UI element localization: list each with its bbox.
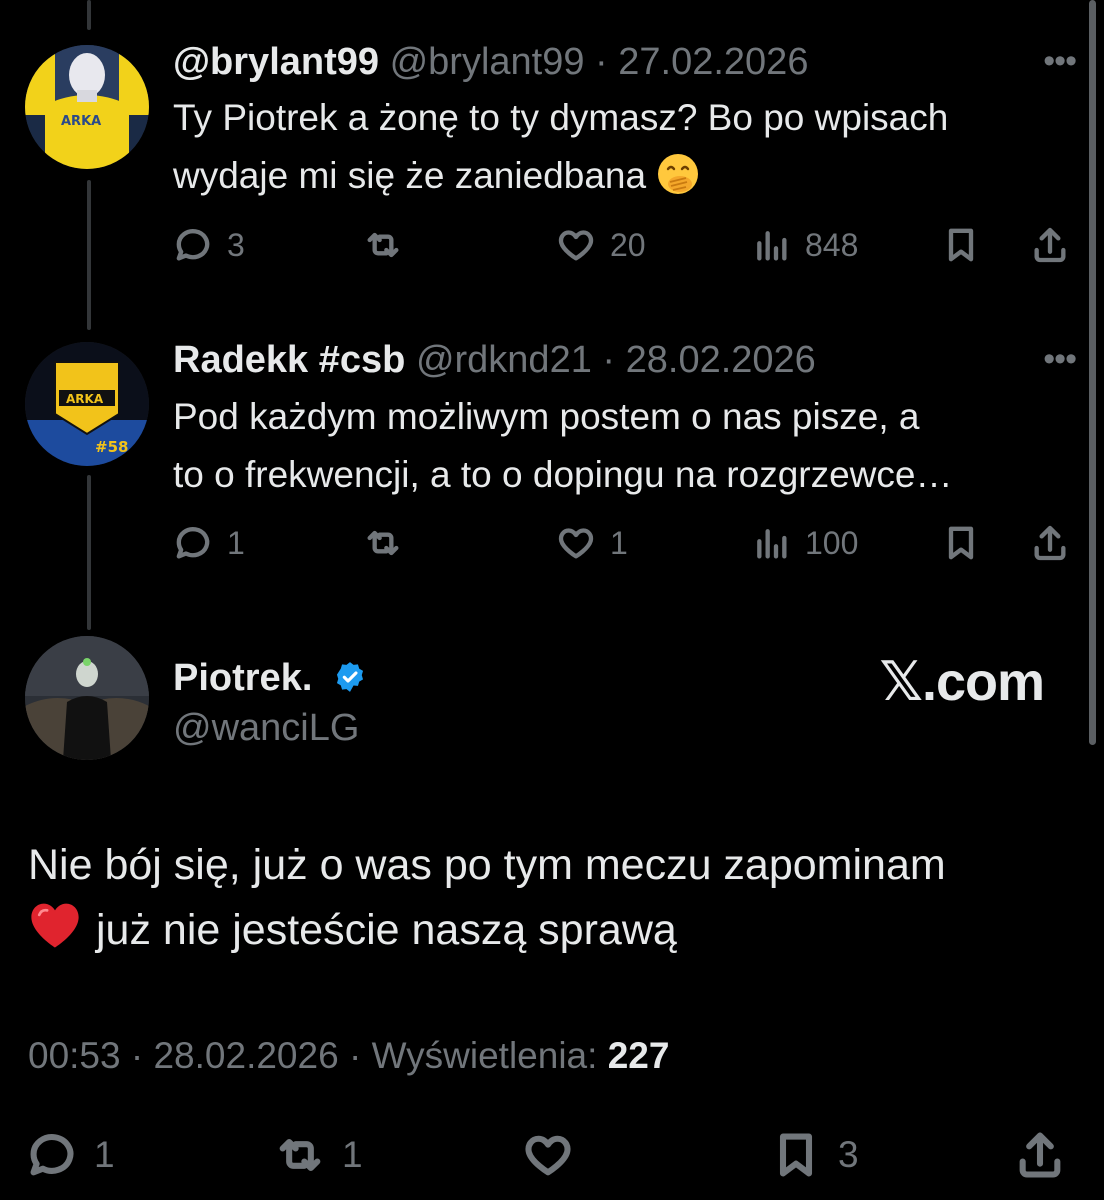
heart-icon xyxy=(558,230,594,261)
bookmark-button[interactable] xyxy=(941,518,981,568)
separator: · xyxy=(348,1035,362,1076)
like-count: 1 xyxy=(610,524,628,561)
reply-count: 1 xyxy=(227,524,245,561)
author-handle[interactable]: @brylant99 xyxy=(390,41,585,83)
bookmark-icon xyxy=(779,1133,813,1177)
share-button[interactable] xyxy=(1014,1125,1066,1185)
tweet-text-line: Pod każdym możliwym postem o nas pisze, … xyxy=(173,396,920,437)
share-icon xyxy=(1034,525,1066,561)
more-options-icon[interactable]: ••• xyxy=(1043,340,1077,379)
retweet-count: 1 xyxy=(342,1134,363,1175)
reply-button[interactable]: 3 xyxy=(173,220,245,270)
tweet-text-line: Nie bój się, już o was po tym meczu zapo… xyxy=(28,841,946,889)
retweet-button[interactable] xyxy=(363,220,403,270)
share-icon xyxy=(1034,227,1066,263)
thread-line-1 xyxy=(87,180,91,330)
separator: · xyxy=(130,1035,144,1076)
avatar-wancilg[interactable] xyxy=(25,636,149,760)
bookmark-count: 3 xyxy=(838,1134,859,1175)
red-heart-icon xyxy=(28,900,82,969)
share-button[interactable] xyxy=(1030,220,1070,270)
views-count: 848 xyxy=(805,226,859,263)
svg-text:#58: #58 xyxy=(95,438,128,456)
tweet-header: @brylant99 @brylant99 · 27.02.2026 xyxy=(173,40,808,84)
svg-text:ARKA: ARKA xyxy=(61,114,101,129)
avatar-rdknd21[interactable]: ARKA #58 xyxy=(25,342,149,466)
tweet-text-line: Ty Piotrek a żonę to ty dymasz? Bo po wp… xyxy=(173,97,949,138)
author-name[interactable]: Piotrek. xyxy=(173,657,312,699)
heart-icon xyxy=(525,1135,571,1176)
heart-icon xyxy=(558,528,594,559)
like-button[interactable]: 20 xyxy=(556,220,646,270)
views-button[interactable]: 848 xyxy=(751,220,858,270)
main-handle-row: @wanciLG xyxy=(173,706,359,750)
main-author: Piotrek. xyxy=(173,656,367,704)
author-handle[interactable]: @wanciLG xyxy=(173,707,359,749)
tweet-meta: 00:53 · 28.02.2026 · Wyświetlenia: 227 xyxy=(28,1035,669,1077)
views-label: Wyświetlenia: xyxy=(371,1035,598,1076)
avatar-brylant99[interactable]: ARKA xyxy=(25,45,149,169)
more-options-icon[interactable]: ••• xyxy=(1043,42,1077,81)
separator: · xyxy=(595,41,608,83)
scrollbar[interactable] xyxy=(1089,0,1096,745)
views-icon xyxy=(757,529,787,559)
tweet-text: Ty Piotrek a żonę to ty dymasz? Bo po wp… xyxy=(173,89,1073,213)
reply-count: 3 xyxy=(227,226,245,263)
svg-text:ARKA: ARKA xyxy=(66,392,104,406)
tweet-text-span: już nie jesteście naszą sprawą xyxy=(96,906,677,954)
views-count[interactable]: 227 xyxy=(608,1035,670,1076)
tweet-actions: 3 20 848 xyxy=(173,220,1073,270)
views-button[interactable]: 100 xyxy=(751,518,858,568)
tweet-time[interactable]: 00:53 xyxy=(28,1035,121,1076)
bookmark-button[interactable]: 3 xyxy=(770,1125,859,1185)
tweet-text-span: wydaje mi się że zaniedbana xyxy=(173,155,647,196)
tweet-date[interactable]: 27.02.2026 xyxy=(618,41,808,83)
tweet-text-line: już nie jesteście naszą sprawą xyxy=(28,898,1078,969)
tweet-text-line: wydaje mi się że zaniedbana xyxy=(173,147,1073,213)
tweet-text-line: to o frekwencji, a to o dopingu na rozgr… xyxy=(173,454,953,495)
reply-button[interactable]: 1 xyxy=(173,518,245,568)
like-button[interactable] xyxy=(522,1125,574,1185)
retweet-icon xyxy=(279,1138,321,1172)
bookmark-button[interactable] xyxy=(941,220,981,270)
tweet-header: Radekk #csb @rdknd21 · 28.02.2026 xyxy=(173,338,816,382)
retweet-icon xyxy=(367,232,399,258)
separator: · xyxy=(602,339,616,381)
reply-icon xyxy=(176,527,210,559)
views-icon xyxy=(757,231,787,261)
bookmark-icon xyxy=(948,228,974,262)
like-count: 20 xyxy=(610,226,646,263)
main-tweet-text: Nie bój się, już o was po tym meczu zapo… xyxy=(28,833,1078,969)
tweet-text: Pod każdym możliwym postem o nas pisze, … xyxy=(173,388,1073,504)
author-name[interactable]: Radekk #csb xyxy=(173,339,405,381)
author-name[interactable]: @brylant99 xyxy=(173,41,379,83)
share-icon xyxy=(1019,1132,1061,1178)
bookmark-icon xyxy=(948,526,974,560)
tweet-actions: 1 1 100 xyxy=(173,518,1073,568)
face-with-hand-over-mouth-icon xyxy=(656,152,700,213)
reply-icon xyxy=(176,229,210,261)
thread-line-2 xyxy=(87,475,91,630)
reply-icon xyxy=(30,1134,74,1176)
main-tweet-actions: 1 1 3 xyxy=(0,1125,1104,1185)
retweet-button[interactable] xyxy=(363,518,403,568)
reply-button[interactable]: 1 xyxy=(26,1125,115,1185)
views-count: 100 xyxy=(805,524,859,561)
tweet-date[interactable]: 28.02.2026 xyxy=(153,1035,338,1076)
reply-count: 1 xyxy=(94,1134,115,1175)
thread-line-top xyxy=(87,0,91,30)
verified-badge-icon xyxy=(333,660,367,704)
x-com-watermark: 𝕏.com xyxy=(879,652,1045,712)
share-button[interactable] xyxy=(1030,518,1070,568)
like-button[interactable]: 1 xyxy=(556,518,628,568)
retweet-icon xyxy=(367,530,399,556)
tweet-date[interactable]: 28.02.2026 xyxy=(626,339,816,381)
retweet-button[interactable]: 1 xyxy=(274,1125,363,1185)
author-handle[interactable]: @rdknd21 xyxy=(416,339,592,381)
